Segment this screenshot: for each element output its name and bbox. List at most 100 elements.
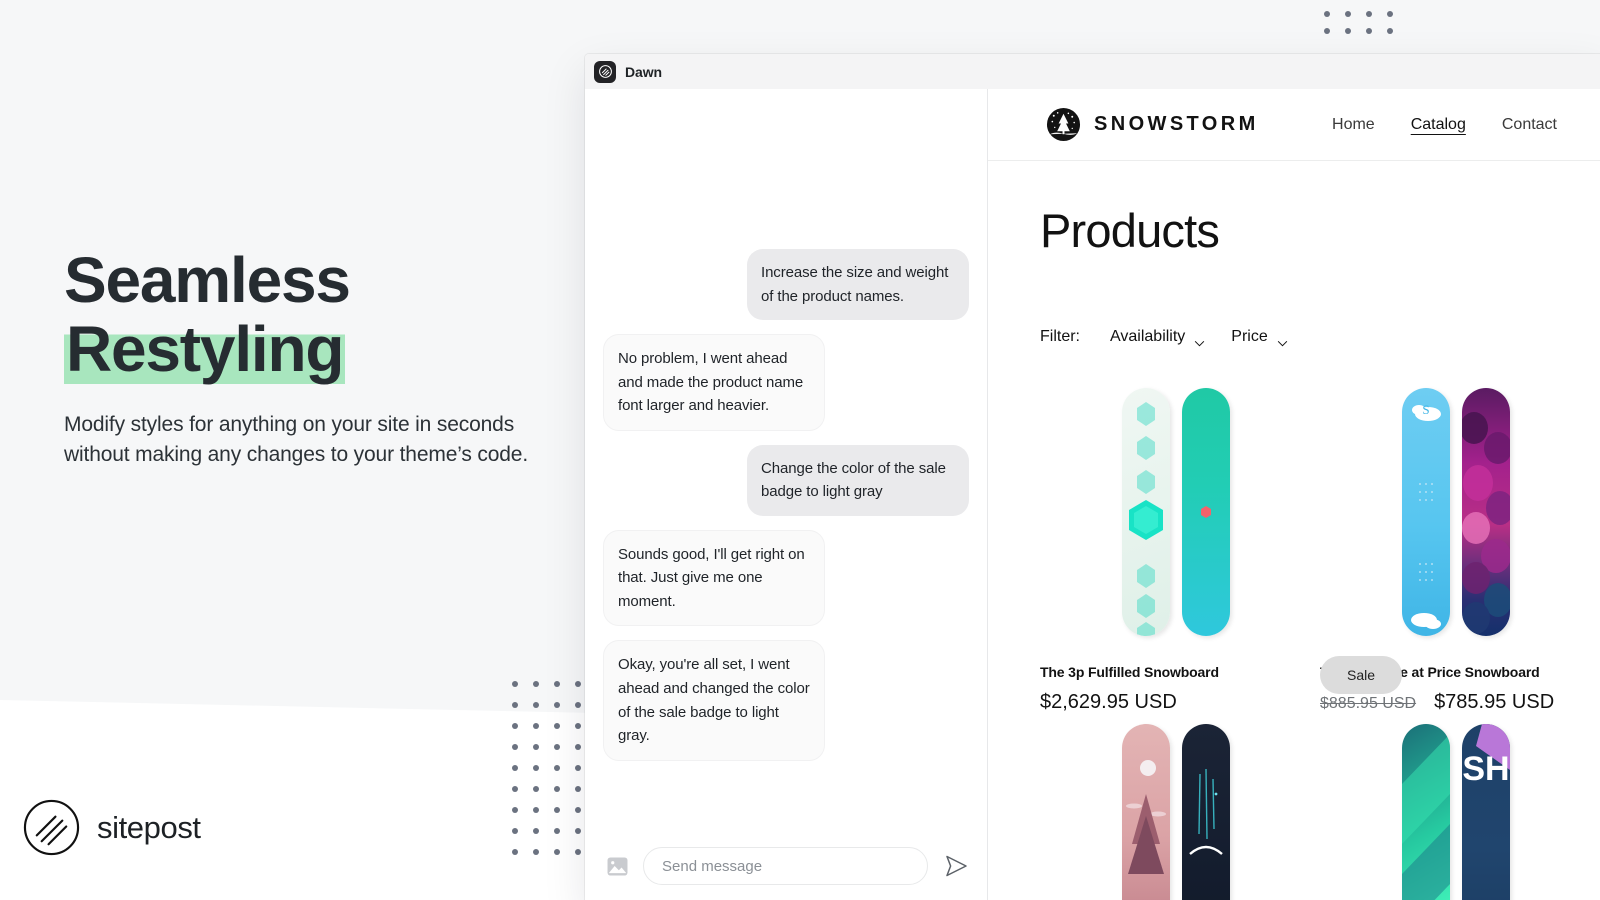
dot	[533, 786, 539, 792]
dot	[554, 765, 560, 771]
dot	[512, 702, 518, 708]
hero-heading-line1: Seamless	[64, 244, 351, 316]
sitepost-circle-lines-icon	[22, 798, 81, 857]
svg-text:S: S	[1422, 402, 1429, 417]
snowboard-mint-hexagons	[1122, 388, 1170, 636]
filter-availability[interactable]: Availability	[1110, 328, 1205, 346]
chat-composer	[585, 836, 987, 900]
window-body: Increase the size and weight of the prod…	[585, 89, 1600, 900]
sitepost-app-icon	[594, 60, 616, 83]
dot	[575, 702, 581, 708]
product-card[interactable]: The 3p Fulfilled Snowboard $2,629.95 USD	[1040, 388, 1320, 714]
filter-bar: Filter: Availability Price	[1040, 328, 1600, 346]
sitepost-wordmark: sitepost	[97, 809, 201, 845]
product-name: The 3p Fulfilled Snowboard	[1040, 664, 1219, 680]
decorative-dot-grid-bottom	[512, 681, 584, 871]
nav-link-home[interactable]: Home	[1332, 116, 1375, 134]
dot	[512, 828, 518, 834]
dot	[554, 849, 560, 855]
hero-section: Seamless Restyling Modify styles for any…	[64, 244, 534, 470]
chevron-down-icon	[1194, 334, 1205, 346]
filter-label: Filter:	[1040, 328, 1080, 345]
dot	[575, 807, 581, 813]
store-preview: SNOWSTORM Home Catalog Contact Products Fi…	[988, 89, 1600, 900]
product-card-partial[interactable]	[1040, 724, 1320, 900]
dot	[575, 681, 581, 687]
dot	[1366, 11, 1372, 17]
dot	[512, 765, 518, 771]
dot	[512, 681, 518, 687]
dot	[533, 681, 539, 687]
dot	[512, 723, 518, 729]
chat-message-assistant: No problem, I went ahead and made the pr…	[603, 334, 825, 431]
filter-price[interactable]: Price	[1231, 328, 1287, 346]
product-card-partial[interactable]: SH	[1320, 724, 1600, 900]
screenshot-root: Seamless Restyling Modify styles for any…	[0, 0, 1600, 900]
dot	[554, 702, 560, 708]
store-content: Products Filter: Availability Price The …	[988, 161, 1600, 900]
dot	[575, 849, 581, 855]
product-price-row: $885.95 USD $785.95 USD	[1320, 691, 1600, 714]
dot	[554, 744, 560, 750]
dot	[1345, 11, 1351, 17]
pine-tree-circle-logo	[1046, 107, 1081, 142]
snowboard-purple-camo	[1462, 388, 1510, 636]
nav-link-contact[interactable]: Contact	[1502, 116, 1557, 134]
product-compare-at-price: $885.95 USD	[1320, 695, 1417, 712]
dot	[554, 828, 560, 834]
dot	[1387, 11, 1393, 17]
store-logo-text: SNOWSTORM	[1094, 113, 1259, 135]
window-titlebar: Dawn	[585, 54, 1600, 89]
dot	[533, 723, 539, 729]
dot	[533, 702, 539, 708]
product-card[interactable]: S Sale The Compare at Price Snowboard $8…	[1320, 388, 1600, 714]
dot	[512, 849, 518, 855]
dot	[575, 744, 581, 750]
dot	[512, 744, 518, 750]
nav-link-catalog[interactable]: Catalog	[1411, 116, 1466, 134]
send-message-input[interactable]	[643, 847, 928, 885]
snowboard-blue-clouds: S	[1402, 388, 1450, 636]
dot	[533, 828, 539, 834]
chat-message-list: Increase the size and weight of the prod…	[585, 89, 987, 836]
page-title: Products	[1040, 204, 1220, 257]
dot	[533, 744, 539, 750]
snowboard-teal-diagonal	[1402, 724, 1450, 900]
filter-price-label: Price	[1231, 328, 1268, 345]
product-image	[1040, 388, 1320, 640]
dot	[533, 849, 539, 855]
chevron-down-icon	[1277, 334, 1288, 346]
dot	[575, 828, 581, 834]
dot	[575, 765, 581, 771]
dot	[512, 786, 518, 792]
dot	[575, 786, 581, 792]
hero-heading: Seamless Restyling	[64, 244, 534, 386]
send-paper-plane-icon[interactable]	[943, 853, 969, 879]
hero-heading-line2-highlighted: Restyling	[64, 313, 346, 386]
chat-message-user: Increase the size and weight of the prod…	[747, 249, 969, 321]
dot	[1345, 28, 1351, 34]
image-attachment-icon[interactable]	[607, 856, 628, 876]
dot	[554, 786, 560, 792]
dot	[1324, 11, 1330, 17]
dot	[533, 807, 539, 813]
window-title: Dawn	[625, 63, 662, 80]
snowboard-navy-purple-sh: SH	[1462, 724, 1510, 900]
sale-badge: Sale	[1320, 656, 1402, 694]
product-price-row: $2,629.95 USD	[1040, 691, 1320, 714]
svg-text:SH: SH	[1462, 750, 1509, 788]
dot	[512, 807, 518, 813]
app-window: Dawn Increase the size and weight of the…	[585, 54, 1600, 900]
dot	[533, 765, 539, 771]
hero-subtitle: Modify styles for anything on your site …	[64, 413, 529, 467]
dot	[1366, 28, 1372, 34]
snowboard-dark-navy	[1182, 724, 1230, 900]
dot	[554, 681, 560, 687]
dot	[1387, 28, 1393, 34]
store-navbar: SNOWSTORM Home Catalog Contact	[988, 89, 1600, 161]
sitepost-brand-lockup: sitepost	[22, 798, 201, 857]
chat-panel: Increase the size and weight of the prod…	[585, 89, 988, 900]
dot	[554, 807, 560, 813]
store-logo[interactable]: SNOWSTORM	[1046, 107, 1259, 142]
product-image	[1040, 724, 1320, 900]
